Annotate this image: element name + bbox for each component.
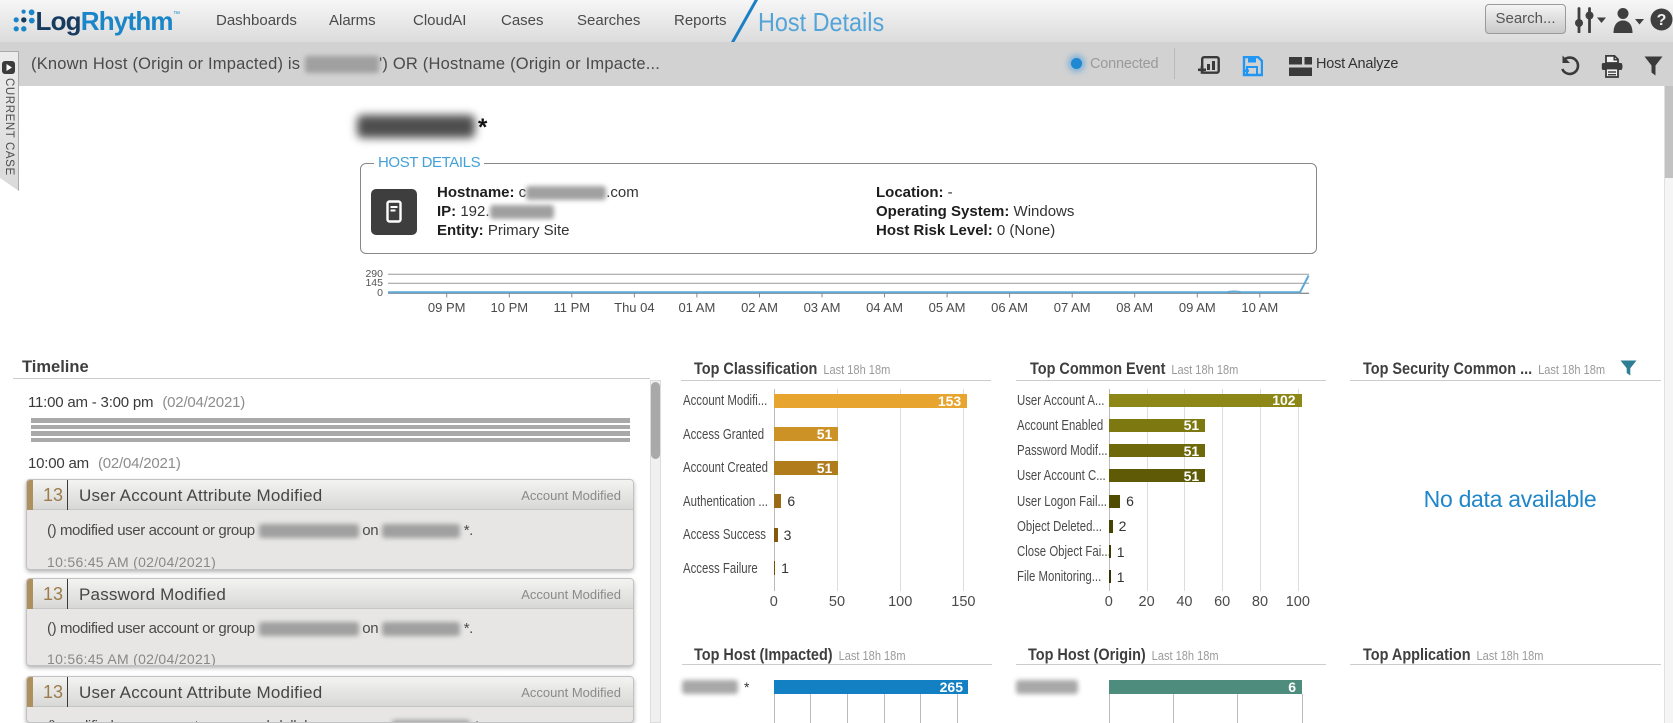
svg-text:™: ™ [173, 11, 180, 18]
svg-text:?: ? [1657, 12, 1667, 29]
svg-text:LogRhythm: LogRhythm [36, 6, 173, 36]
